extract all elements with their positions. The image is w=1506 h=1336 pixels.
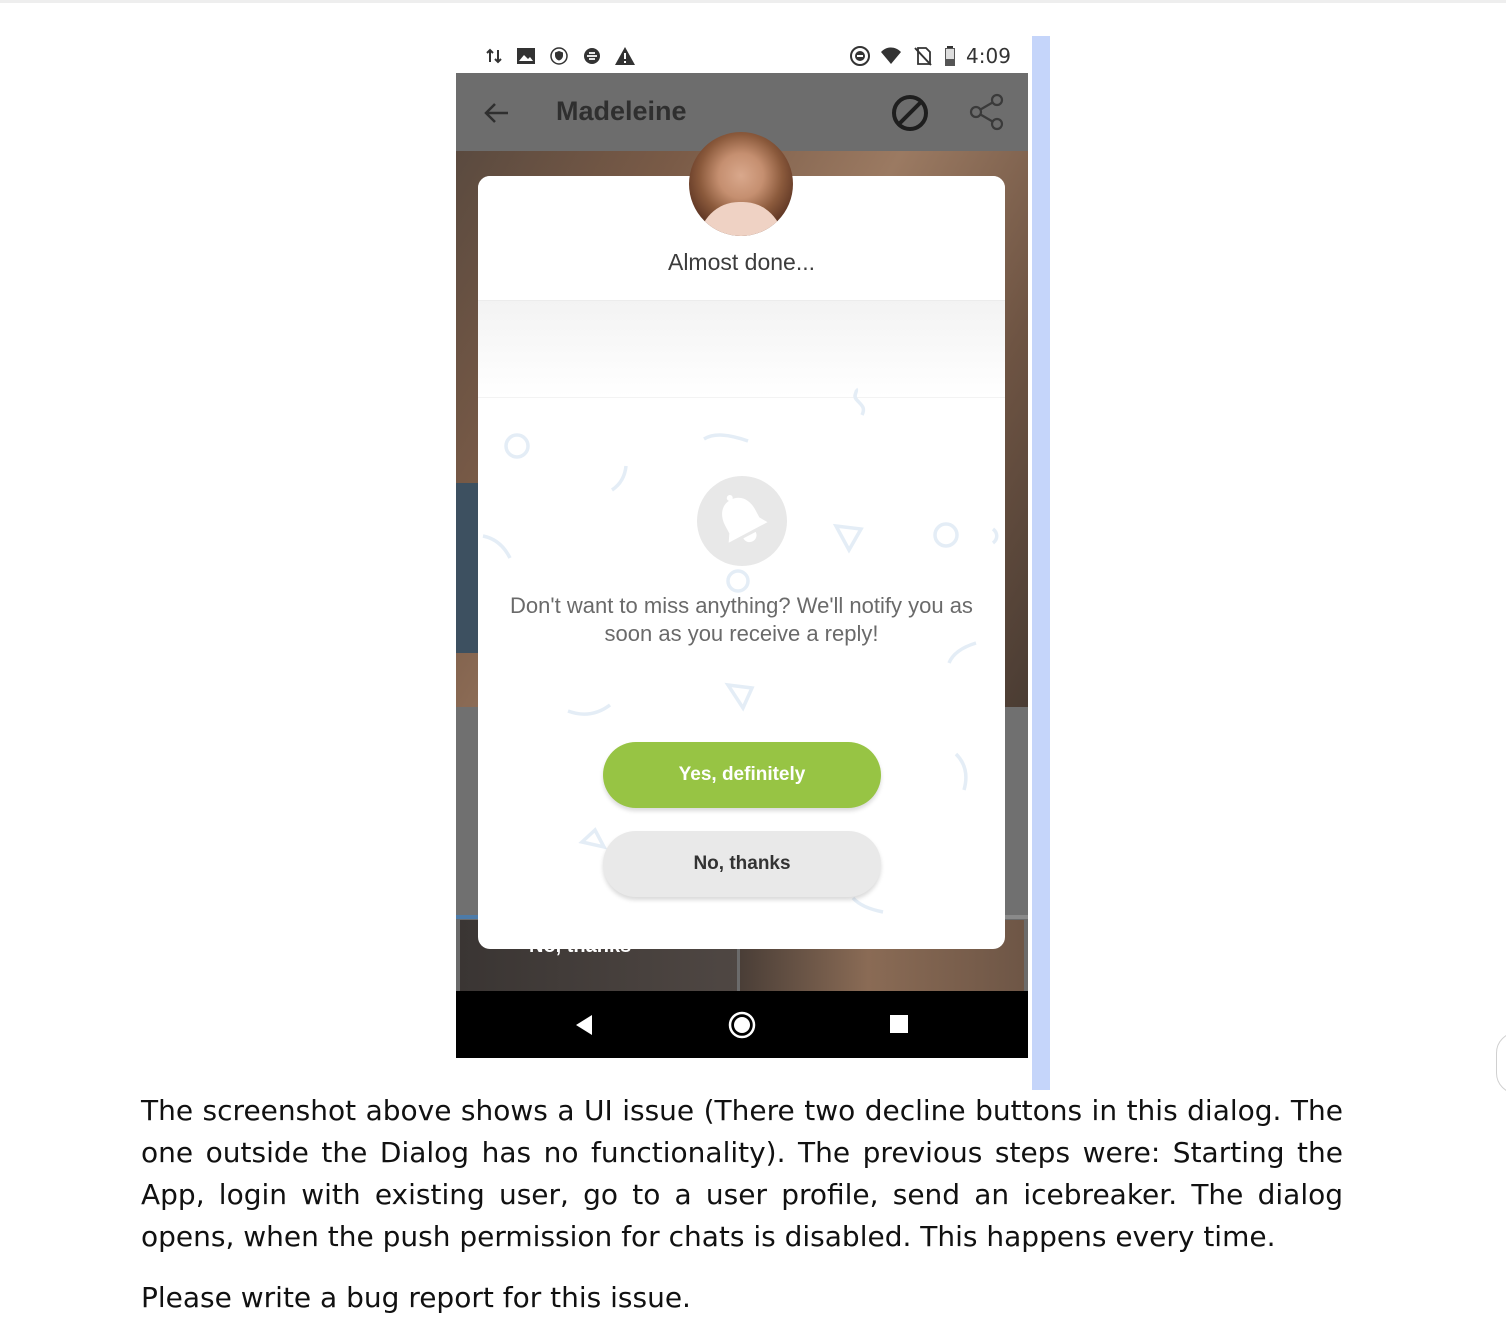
dialog-title: Almost done... [667,249,816,275]
phone-screenshot: 4:09 No, thanks Madeleine [456,36,1028,1058]
profile-name-title: Madeleine [556,96,687,126]
status-time: 4:09 [966,44,1011,68]
system-nav-bar [456,991,1028,1058]
page-edge-handle[interactable] [1496,1032,1506,1094]
warning-icon [615,47,635,65]
battery-icon [945,46,955,66]
bell-icon-container [697,476,787,566]
dialog-message: Don't want to miss anything? We'll notif… [510,593,973,646]
do-not-disturb-icon [850,46,870,66]
image-icon [517,48,535,64]
status-bar: 4:09 [456,36,1028,73]
app-screen: No, thanks Madeleine [456,73,1028,991]
shield-icon [550,47,568,65]
data-transfer-icon [486,48,502,64]
nav-back-icon[interactable] [574,1014,594,1036]
push-permission-dialog: Almost done... Don't want to miss anythi… [478,176,1005,949]
no-thanks-button[interactable]: No, thanks [603,831,881,897]
share-icon[interactable] [968,93,1006,131]
bell-icon [722,495,768,543]
yes-definitely-button[interactable]: Yes, definitely [603,742,881,808]
wifi-icon [881,47,901,64]
block-icon[interactable] [890,93,930,133]
issue-description: The screenshot above shows a UI issue (T… [141,1094,1343,1253]
selection-highlight-bar [1032,36,1050,1090]
back-arrow-icon[interactable] [482,98,512,128]
no-sim-icon [914,47,932,66]
avatar-shirt [699,202,783,236]
nav-recents-icon[interactable] [890,1015,908,1033]
avatar [689,132,793,236]
nav-home-icon[interactable] [728,1011,756,1039]
sync-icon [584,48,600,64]
page-top-border [0,0,1506,3]
task-request: Please write a bug report for this issue… [141,1281,691,1314]
